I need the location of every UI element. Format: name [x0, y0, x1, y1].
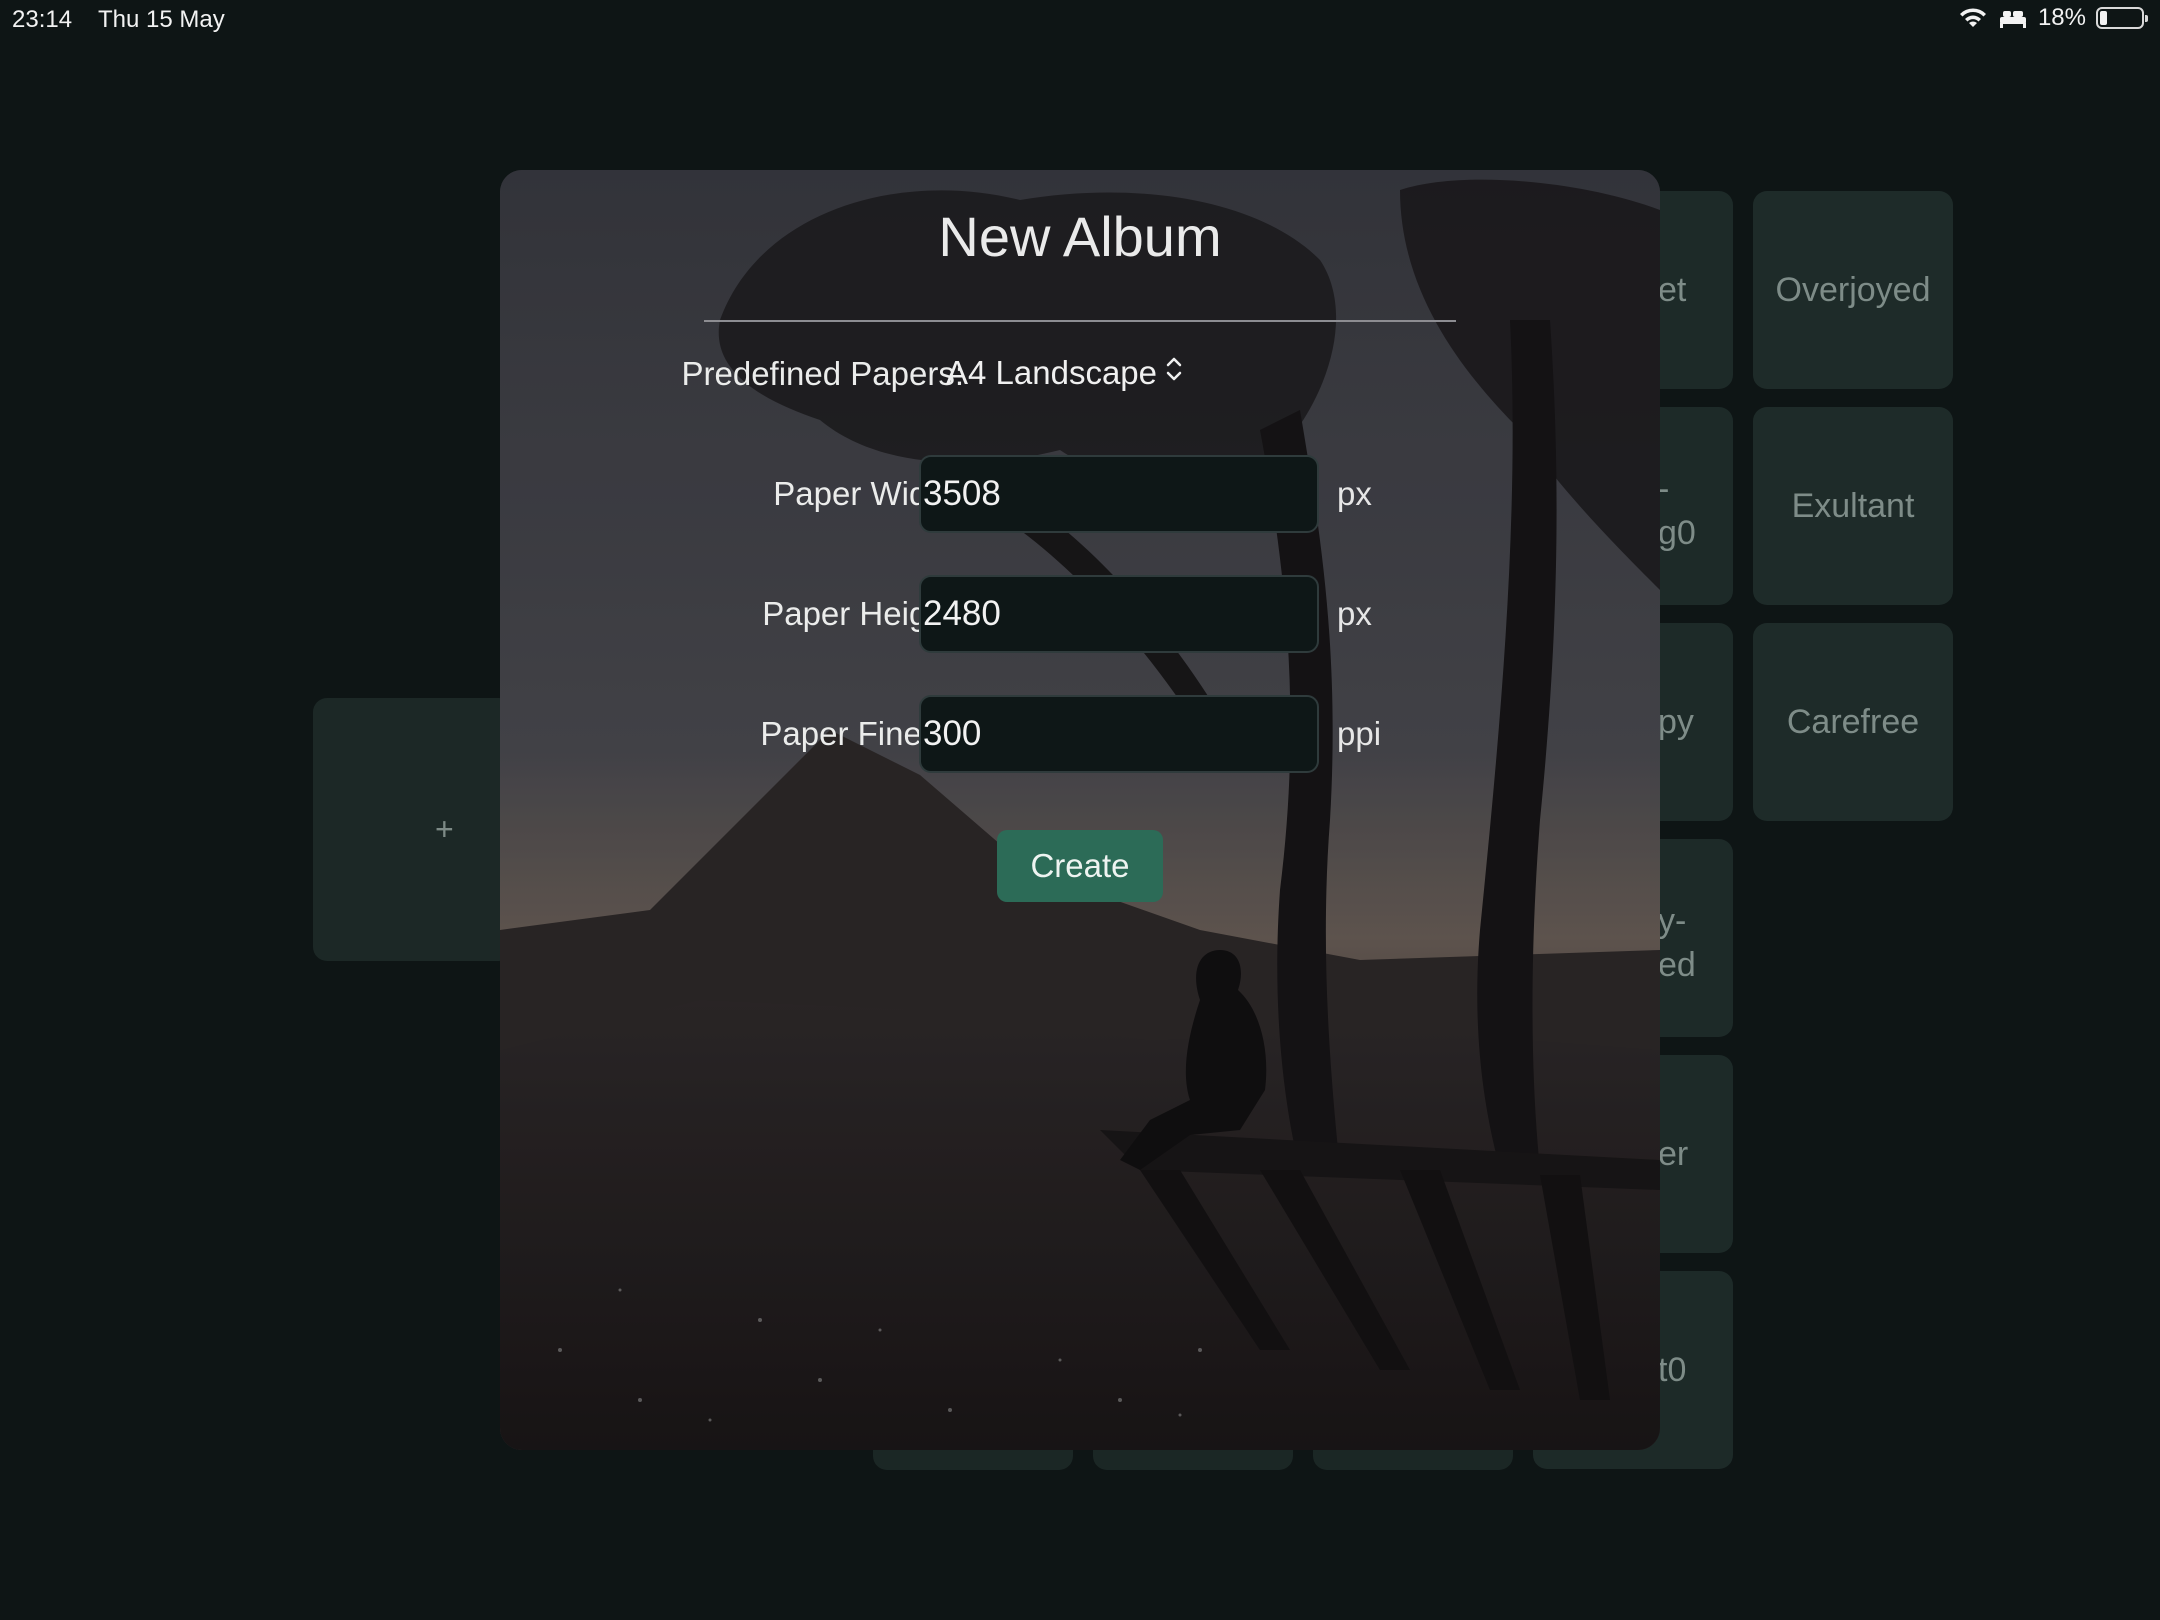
tile-carefree[interactable]: Carefree	[1753, 623, 1953, 821]
tile-label: Exultant	[1791, 487, 1915, 525]
paper-width-field[interactable]: 3508	[919, 455, 1319, 533]
paper-finess-value: 300	[923, 714, 982, 753]
paper-height-field[interactable]: 2480	[919, 575, 1319, 653]
new-album-dialog: New Album Predefined Papers: A4 Landscap…	[500, 170, 1660, 1450]
tile-label: er	[1658, 1135, 1689, 1173]
predefined-papers-label: Predefined Papers:	[681, 355, 964, 392]
paper-finess-unit: ppi	[1337, 715, 1382, 752]
tile-label: py	[1658, 703, 1694, 741]
status-bar: 23:14 Thu 15 May 18%	[0, 0, 2160, 40]
picker-value: A4 Landscape	[946, 354, 1158, 391]
tile-label: Overjoyed	[1775, 271, 1931, 309]
paper-width-unit: px	[1337, 475, 1372, 512]
plus-icon: +	[435, 811, 454, 847]
tile-label: y- ed	[1658, 902, 1696, 984]
chevron-up-down-icon	[1165, 354, 1183, 392]
sleep-bed-icon	[1998, 7, 2028, 29]
status-date: Thu 15 May	[98, 6, 225, 33]
paper-finess-field[interactable]: 300	[919, 695, 1319, 773]
dialog-title: New Album	[938, 205, 1222, 268]
tile-label: t0	[1658, 1351, 1687, 1389]
battery-icon	[2096, 7, 2148, 29]
wifi-icon	[1958, 6, 1988, 30]
predefined-papers-picker[interactable]: A4 Landscape	[946, 354, 1183, 392]
battery-level	[2100, 11, 2107, 25]
title-divider	[704, 320, 1456, 322]
tile-label: Carefree	[1786, 703, 1920, 741]
create-button[interactable]: Create	[997, 830, 1163, 902]
dialog-content: New Album Predefined Papers: A4 Landscap…	[500, 170, 1660, 1450]
tile-exultant[interactable]: Exultant	[1753, 407, 1953, 605]
tile-label: et	[1658, 271, 1687, 309]
tile-label: - g0	[1658, 470, 1696, 552]
paper-height-value: 2480	[923, 594, 1001, 633]
battery-percent: 18%	[2037, 4, 2086, 31]
add-album-tile[interactable]: +	[313, 698, 513, 961]
status-time: 23:14	[12, 6, 73, 33]
paper-width-value: 3508	[923, 474, 1001, 513]
paper-height-unit: px	[1337, 595, 1372, 632]
status-indicators: 18%	[1958, 4, 2148, 32]
create-button-label: Create	[1030, 847, 1130, 884]
tile-overjoyed[interactable]: Overjoyed	[1753, 191, 1953, 389]
